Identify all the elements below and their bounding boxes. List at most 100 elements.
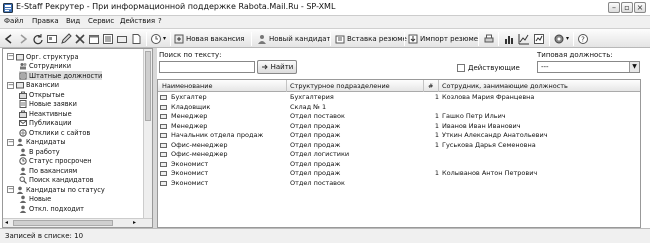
calendar-icon[interactable] [88,33,100,45]
time-dropdown-icon[interactable] [150,33,162,45]
bar-chart-icon[interactable] [503,33,515,45]
person-icon [19,195,27,203]
table-row[interactable]: Менеджер Отдел поставок 1 Гашко Петр Ильич [158,112,640,121]
chevron-down-icon[interactable]: ▾ [163,35,166,42]
search-icon [19,176,27,184]
scroll-thumb[interactable] [13,220,113,226]
forward-icon[interactable] [17,33,29,45]
report-icon[interactable] [533,33,545,45]
column-header-count[interactable]: # [428,82,433,90]
tree-item[interactable]: Откл. подходит [19,204,84,213]
cell-count: 1 [434,169,439,177]
tree-item[interactable]: Штатные должности [19,71,103,80]
minimize-button[interactable]: – [608,2,620,13]
tree-item[interactable]: − Орг. структура [7,52,79,61]
open-card-icon[interactable] [46,33,58,45]
column-divider[interactable] [438,80,439,92]
menu-view[interactable]: Вид [66,17,80,25]
table-row[interactable]: Начальник отдела продаж Отдел продаж 1 Утки… [158,131,640,140]
menu-edit[interactable]: Правка [32,17,59,25]
menu-actions[interactable]: Действия [120,17,155,25]
find-button[interactable]: Найти [257,60,297,74]
table-row[interactable]: Офис-менеджер Отдел продаж 1 Гуськова Дарья… [158,141,640,150]
edit-icon[interactable] [60,33,72,45]
menu-file[interactable]: Файл [4,17,23,25]
position-icon [160,133,167,138]
insert-resume-icon [335,35,345,44]
column-header-name[interactable]: Наименование [162,82,213,90]
collapse-icon[interactable]: − [7,186,14,193]
collapse-icon[interactable]: − [7,53,14,60]
tree-item[interactable]: По вакансиям [19,166,77,175]
scroll-left-icon[interactable]: ◂ [5,219,8,226]
column-header-department[interactable]: Структурное подразделение [290,82,390,90]
maximize-button[interactable]: ▫ [621,2,633,13]
tree-item[interactable]: Новые заявки [19,100,77,109]
table-row[interactable]: Менеджер Отдел продаж 1 Иванов Иван Иванови… [158,122,640,131]
help-icon[interactable]: ? [577,33,589,45]
new-vacancy-button[interactable]: Новая вакансия [174,32,245,46]
chevron-down-icon[interactable]: ▾ [566,35,569,42]
table-row[interactable]: Кладовщик Склад № 1 [158,103,640,112]
settings-icon[interactable] [553,33,565,45]
table-row[interactable]: Экономист Отдел продаж 1 Колыванов Антон Пе… [158,169,640,178]
list-icon[interactable] [102,33,114,45]
import-resume-button[interactable]: Импорт резюме [408,32,478,46]
toolbar-separator [330,32,331,46]
cell-name: Экономист [171,159,209,168]
position-type-select[interactable]: --- ▼ [537,61,640,73]
back-icon[interactable] [3,33,15,45]
horizontal-scrollbar[interactable]: ◂ ▸ [3,218,152,227]
menu-service[interactable]: Сервис [88,17,114,25]
collapse-icon[interactable]: − [7,81,14,89]
refresh-icon[interactable] [32,33,44,45]
tree-item[interactable]: − Кандидаты [7,138,66,147]
tree-item[interactable]: Новые [19,195,51,204]
tree-item[interactable]: В работу [19,147,60,156]
position-icon [160,104,167,110]
tree-item[interactable]: Неактивные [19,109,72,118]
tree-item[interactable]: Сотрудники [19,62,71,71]
insert-resume-button[interactable]: Вставка резюме [335,32,407,46]
menu-help[interactable]: ? [158,17,162,25]
column-header-employees[interactable]: Сотрудник, занимающие должность [442,82,568,90]
column-divider[interactable] [286,80,287,92]
close-button[interactable]: × [634,2,646,13]
tree-item[interactable]: − Вакансии [7,81,59,90]
table-row[interactable]: Экономист Отдел поставок [158,179,640,188]
vertical-scrollbar[interactable] [143,49,152,219]
active-checkbox[interactable] [457,64,465,72]
cell-count: 1 [434,93,439,101]
toolbar-separator [549,32,550,46]
tree-item[interactable]: − Кандидаты по статусу [7,185,105,194]
cell-department: Отдел продаж [290,169,341,177]
tree-item[interactable]: Публикации [19,119,72,128]
tree-item[interactable]: Открытые [19,90,65,99]
scroll-thumb[interactable] [145,51,151,121]
table-header: Наименование Структурное подразделение #… [158,80,640,92]
table-row[interactable]: Офис-менеджер Отдел логистики [158,150,640,159]
position-type-value: --- [541,63,549,71]
collapse-icon[interactable]: − [7,138,14,146]
search-label: Поиск по тексту: [159,51,222,59]
toolbar-separator [251,32,252,46]
column-divider[interactable] [423,80,424,92]
vacancy-icon [19,91,27,99]
tree-item[interactable]: Отклики с сайтов [19,128,90,137]
toolbar: ▾ Новая вакансия Новый кандидат Вставка … [0,28,650,48]
delete-icon[interactable] [74,33,86,45]
chevron-down-icon[interactable]: ▼ [629,62,639,72]
tree-item[interactable]: Статус просрочен [19,157,92,166]
toolbar-separator [170,32,171,46]
table-row[interactable]: Бухгалтер Бухгалтерия 1 Козлова Мария Франц… [158,93,640,102]
new-candidate-button[interactable]: Новый кандидат [257,32,331,46]
print-icon[interactable] [483,33,495,45]
document-icon[interactable] [130,33,142,45]
card-icon[interactable] [116,33,128,45]
table-row[interactable]: Экономист Отдел продаж [158,159,640,169]
line-chart-icon[interactable] [518,33,530,45]
tree-item-label: Неактивные [29,109,72,118]
search-input[interactable] [159,61,255,73]
tree-item[interactable]: Поиск кандидатов [19,176,94,185]
scroll-right-icon[interactable]: ▸ [133,219,136,226]
